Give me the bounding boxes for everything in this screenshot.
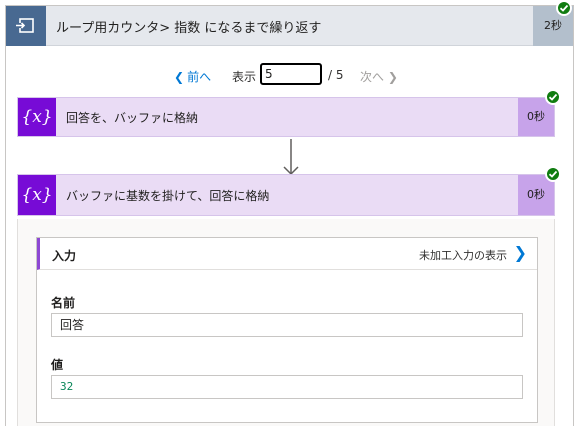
iteration-input[interactable] (260, 63, 322, 85)
field-label-name: 名前 (51, 296, 76, 310)
iteration-pager: ❮前へ 表示 / 5 次へ ❯ (6, 63, 573, 89)
field-value-name: 回答 (51, 313, 523, 337)
inputs-card-header: 入力 未加工入力の表示 ❯ (37, 238, 537, 270)
inputs-title: 入力 (52, 249, 77, 263)
chevron-right-icon: ❯ (387, 70, 398, 84)
action-store-answer-to-buffer[interactable]: {𝑥} 回答を、バッファに格納 0秒 (17, 97, 555, 137)
inputs-card: 入力 未加工入力の表示 ❯ 名前 回答 値 32 (36, 237, 538, 423)
loop-container: ループ用カウンタ> 指数 になるまで繰り返す 2秒 ❮前へ 表示 / 5 次へ … (5, 5, 574, 426)
chevron-left-icon: ❮ (174, 70, 185, 84)
action-multiply-buffer[interactable]: {𝑥} バッファに基数を掛けて、回答に格納 0秒 (17, 174, 555, 216)
variable-icon: {𝑥} (18, 175, 56, 215)
previous-button[interactable]: ❮ 前へ (174, 68, 211, 85)
chevron-right-icon[interactable]: ❯ (514, 243, 527, 262)
success-check-icon (545, 166, 561, 182)
success-check-icon (545, 89, 561, 105)
loop-title: ループ用カウンタ> 指数 になるまで繰り返す (56, 21, 322, 36)
iteration-total: / 5 (328, 68, 344, 82)
loop-icon (6, 6, 46, 46)
success-check-icon (556, 0, 572, 16)
action-title: 回答を、バッファに格納 (66, 111, 199, 125)
action-title: バッファに基数を掛けて、回答に格納 (66, 189, 270, 203)
variable-icon: {𝑥} (18, 98, 56, 136)
next-button[interactable]: 次へ ❯ (360, 68, 398, 85)
action-detail-panel: 入力 未加工入力の表示 ❯ 名前 回答 値 32 (17, 219, 555, 426)
loop-header[interactable]: ループ用カウンタ> 指数 になるまで繰り返す 2秒 (6, 6, 573, 46)
show-label: 表示 (232, 70, 257, 84)
previous-label: 前へ (187, 70, 212, 84)
field-value-value: 32 (51, 375, 523, 399)
field-label-value: 値 (51, 358, 64, 372)
next-label: 次へ (360, 70, 385, 84)
show-raw-inputs-link[interactable]: 未加工入力の表示 (419, 247, 507, 263)
